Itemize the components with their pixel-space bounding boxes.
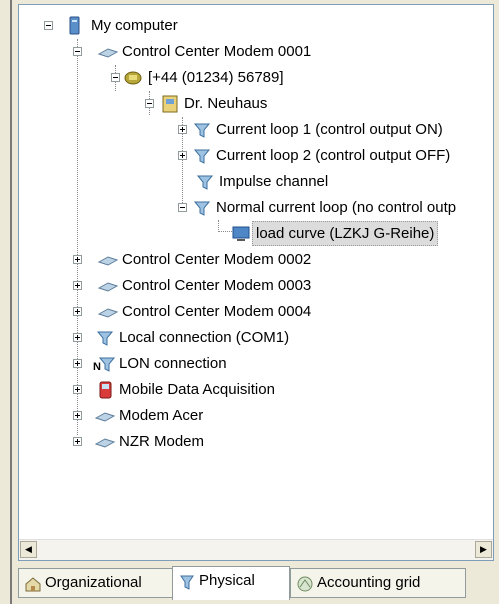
- phone-connection-icon: [124, 71, 142, 85]
- tree-item-label: Local connection (COM1): [119, 329, 290, 346]
- tree-item-label: My computer: [91, 17, 178, 34]
- tree-item-label: NZR Modem: [119, 433, 205, 450]
- scroll-right-button[interactable]: ▶: [475, 541, 492, 558]
- expand-icon[interactable]: [73, 307, 82, 316]
- modem-icon: [98, 48, 118, 58]
- tab-accounting-grid[interactable]: Accounting grid: [290, 568, 466, 598]
- tree-item-label: Control Center Modem 0003: [122, 277, 312, 294]
- tree-item-label: Control Center Modem 0001: [122, 43, 312, 60]
- tab-label: Physical: [199, 572, 255, 589]
- computer-icon: [69, 16, 80, 35]
- tab-label: Organizational: [45, 574, 142, 591]
- local-connection-icon: [96, 331, 114, 346]
- device-icon: [162, 95, 178, 113]
- arrow-left-icon: ◀: [25, 544, 32, 554]
- tab-physical[interactable]: Physical: [172, 566, 290, 600]
- expand-icon[interactable]: [73, 385, 82, 394]
- tree-item-label: Modem Acer: [119, 407, 204, 424]
- tree-item-label: Dr. Neuhaus: [184, 95, 268, 112]
- expand-icon[interactable]: [73, 359, 82, 368]
- modem-icon: [98, 256, 118, 266]
- svg-text:N: N: [93, 361, 101, 373]
- monitor-icon: [232, 226, 250, 241]
- modem-icon: [98, 308, 118, 318]
- tree-item-label: Normal current loop (no control outp: [216, 199, 457, 216]
- collapse-icon[interactable]: [44, 21, 53, 30]
- collapse-icon[interactable]: [178, 203, 187, 212]
- expand-icon[interactable]: [178, 125, 187, 134]
- tree-view: My computer Control Center Modem 0001 [+…: [19, 5, 493, 540]
- expand-icon[interactable]: [178, 151, 187, 160]
- house-icon: [25, 577, 41, 592]
- arrow-right-icon: ▶: [480, 544, 487, 554]
- expand-icon[interactable]: [73, 255, 82, 264]
- tree-panel: My computer Control Center Modem 0001 [+…: [18, 4, 494, 561]
- mobile-acquisition-icon: [99, 381, 112, 399]
- tree-item-label: load curve (LZKJ G-Reihe): [252, 221, 439, 246]
- horizontal-scrollbar[interactable]: ◀ ▶: [19, 539, 493, 560]
- channel-icon: [193, 123, 211, 138]
- tree-item-label: Impulse channel: [219, 173, 329, 190]
- tree-item-label: Mobile Data Acquisition: [119, 381, 275, 398]
- tree-item-label: Control Center Modem 0002: [122, 251, 312, 268]
- expand-icon[interactable]: [73, 411, 82, 420]
- modem-icon: [95, 412, 115, 422]
- expand-icon[interactable]: [73, 437, 82, 446]
- connection-icon: [180, 575, 194, 590]
- channel-icon: [193, 201, 211, 216]
- tab-organizational[interactable]: Organizational: [18, 568, 174, 598]
- collapse-icon[interactable]: [73, 47, 82, 56]
- tree-item-label: Current loop 1 (control output ON): [216, 121, 443, 138]
- tree-item-label: Current loop 2 (control output OFF): [216, 147, 451, 164]
- channel-icon: [193, 149, 211, 164]
- tab-label: Accounting grid: [317, 574, 421, 591]
- tree-item-label: LON connection: [119, 355, 227, 372]
- tree-item-label: Control Center Modem 0004: [122, 303, 312, 320]
- collapse-icon[interactable]: [111, 73, 120, 82]
- expand-icon[interactable]: [73, 333, 82, 342]
- modem-icon: [95, 438, 115, 448]
- scroll-left-button[interactable]: ◀: [20, 541, 37, 558]
- collapse-icon[interactable]: [145, 99, 154, 108]
- tree-item-label: [+44 (01234) 56789]: [148, 69, 284, 86]
- channel-icon: [196, 175, 214, 190]
- grid-icon: [297, 576, 313, 592]
- tree-connector: [77, 39, 78, 435]
- modem-icon: [98, 282, 118, 292]
- expand-icon[interactable]: [73, 281, 82, 290]
- lon-connection-icon: N: [93, 357, 116, 373]
